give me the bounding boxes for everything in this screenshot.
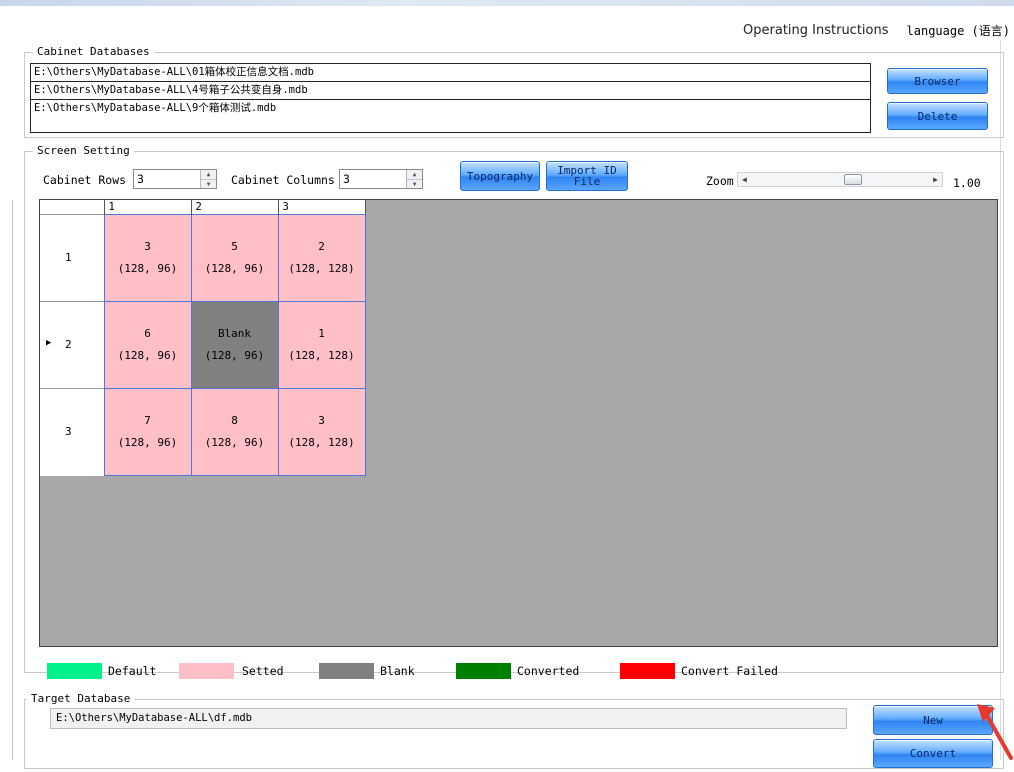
legend-label: Default — [108, 664, 157, 678]
top-links: Operating Instructions language (语言) — [743, 22, 1010, 39]
cabinet-id: 6 — [144, 326, 151, 340]
column-header: 1 — [104, 200, 192, 214]
topography-button[interactable]: Topography — [460, 161, 540, 191]
legend-converted: Converted — [456, 663, 579, 679]
browser-button[interactable]: Browser — [887, 68, 988, 94]
legend-label: Convert Failed — [681, 664, 778, 678]
legend-swatch — [47, 663, 102, 679]
cabinet-size: (128, 96) — [204, 261, 265, 275]
legend-label: Blank — [380, 664, 415, 678]
legend-setted: Setted — [179, 663, 284, 679]
grid-header-row: 1 2 3 — [40, 200, 366, 214]
cabinet-columns-stepper[interactable]: 3 ▲ ▼ — [339, 169, 423, 189]
legend-swatch — [319, 663, 374, 679]
cabinet-grid-table[interactable]: 1 2 3 1 3 (128, 96) 5 (128, 96) 2 (128, … — [40, 200, 366, 476]
cabinet-id: Blank — [217, 326, 252, 340]
zoom-slider-thumb[interactable] — [844, 174, 862, 185]
database-entry[interactable]: E:\Others\MyDatabase-ALL\9个箱体测试.mdb — [31, 100, 870, 118]
cabinet-cell[interactable]: 3 (128, 96) — [103, 213, 192, 302]
operating-instructions-link[interactable]: Operating Instructions — [743, 23, 888, 38]
row-number: 3 — [65, 424, 72, 438]
cabinet-rows-stepper[interactable]: 3 ▲ ▼ — [133, 169, 217, 189]
cabinet-size: (128, 96) — [204, 348, 265, 362]
legend-label: Converted — [517, 664, 580, 678]
cabinet-id: 7 — [144, 413, 151, 427]
target-database-path[interactable]: E:\Others\MyDatabase-ALL\df.mdb — [50, 708, 847, 729]
cabinet-database-list[interactable]: E:\Others\MyDatabase-ALL\01箱体校正信息文档.mdb … — [30, 63, 871, 133]
spin-up-icon[interactable]: ▲ — [201, 170, 216, 180]
cabinet-id: 3 — [144, 239, 151, 253]
legend-swatch — [456, 663, 511, 679]
row-header[interactable]: 1 — [40, 213, 104, 301]
import-button-line2: File — [573, 175, 601, 188]
cabinet-rows-value[interactable]: 3 — [134, 170, 200, 188]
legend-default: Default — [47, 663, 156, 679]
cabinet-cell[interactable]: 8 (128, 96) — [190, 387, 279, 476]
zoom-value: 1.00 — [953, 176, 981, 190]
spin-up-icon[interactable]: ▲ — [407, 170, 422, 180]
column-header: 3 — [278, 200, 366, 214]
cabinet-cell[interactable]: 5 (128, 96) — [190, 213, 279, 302]
cabinet-grid-area[interactable]: 1 2 3 1 3 (128, 96) 5 (128, 96) 2 (128, … — [39, 199, 998, 647]
cabinet-id: 5 — [231, 239, 238, 253]
language-link[interactable]: language (语言) — [907, 22, 1010, 39]
screen-setting-title: Screen Setting — [33, 144, 134, 157]
grid-row: ▶ 2 6 (128, 96) Blank (128, 96) 1 (128, … — [40, 300, 366, 389]
legend-swatch — [620, 663, 675, 679]
convert-button[interactable]: Convert — [873, 739, 993, 768]
cabinet-cell[interactable]: 1 (128, 128) — [277, 300, 366, 389]
zoom-slider[interactable]: ◀ ▶ — [737, 172, 943, 187]
row-header[interactable]: ▶ 2 — [40, 300, 104, 388]
target-database-title: Target Database — [27, 692, 135, 705]
legend-blank: Blank — [319, 663, 415, 679]
column-header: 2 — [191, 200, 279, 214]
legend-convert-failed: Convert Failed — [620, 663, 778, 679]
zoom-right-arrow-icon[interactable]: ▶ — [933, 173, 938, 187]
row-header[interactable]: 3 — [40, 387, 104, 475]
cabinet-cell[interactable]: 7 (128, 96) — [103, 387, 192, 476]
database-entry[interactable]: E:\Others\MyDatabase-ALL\01箱体校正信息文档.mdb — [31, 64, 870, 82]
grid-row: 1 3 (128, 96) 5 (128, 96) 2 (128, 128) — [40, 213, 366, 302]
legend-label: Setted — [242, 664, 284, 678]
cabinet-size: (128, 96) — [117, 348, 178, 362]
new-button[interactable]: New — [873, 705, 993, 735]
delete-button[interactable]: Delete — [887, 102, 988, 130]
cabinet-id: 3 — [318, 413, 325, 427]
cabinet-rows-spin-buttons[interactable]: ▲ ▼ — [200, 170, 216, 188]
cabinet-cell[interactable]: Blank (128, 96) — [190, 300, 279, 389]
row-number: 2 — [65, 337, 72, 351]
grid-row: 3 7 (128, 96) 8 (128, 96) 3 (128, 128) — [40, 387, 366, 476]
grid-corner — [40, 200, 105, 214]
cabinet-columns-value[interactable]: 3 — [340, 170, 406, 188]
spin-down-icon[interactable]: ▼ — [407, 180, 422, 189]
import-id-file-button[interactable]: Import ID File — [546, 161, 628, 191]
zoom-left-arrow-icon[interactable]: ◀ — [742, 173, 747, 187]
cabinet-size: (128, 96) — [117, 435, 178, 449]
cabinet-columns-label: Cabinet Columns — [231, 173, 335, 187]
cabinet-rows-label: Cabinet Rows — [43, 173, 127, 187]
cabinet-cell[interactable]: 6 (128, 96) — [103, 300, 192, 389]
cabinet-id: 1 — [318, 326, 325, 340]
cabinet-size: (128, 96) — [117, 261, 178, 275]
cabinet-columns-spin-buttons[interactable]: ▲ ▼ — [406, 170, 422, 188]
cabinet-cell[interactable]: 3 (128, 128) — [277, 387, 366, 476]
cabinet-size: (128, 96) — [204, 435, 265, 449]
cabinet-size: (128, 128) — [288, 435, 355, 449]
cabinet-cell[interactable]: 2 (128, 128) — [277, 213, 366, 302]
cabinet-size: (128, 128) — [288, 261, 355, 275]
legend-swatch — [179, 663, 234, 679]
spin-down-icon[interactable]: ▼ — [201, 180, 216, 189]
cabinet-databases-title: Cabinet Databases — [33, 45, 154, 58]
database-entry[interactable]: E:\Others\MyDatabase-ALL\4号箱子公共变自身.mdb — [31, 82, 870, 100]
cabinet-id: 8 — [231, 413, 238, 427]
cabinet-size: (128, 128) — [288, 348, 355, 362]
cabinet-id: 2 — [318, 239, 325, 253]
zoom-label: Zoom — [706, 174, 734, 188]
left-border-line — [12, 200, 13, 760]
selected-row-arrow-icon: ▶ — [46, 337, 52, 348]
window-top-strip — [0, 0, 1014, 6]
row-number: 1 — [65, 250, 72, 264]
